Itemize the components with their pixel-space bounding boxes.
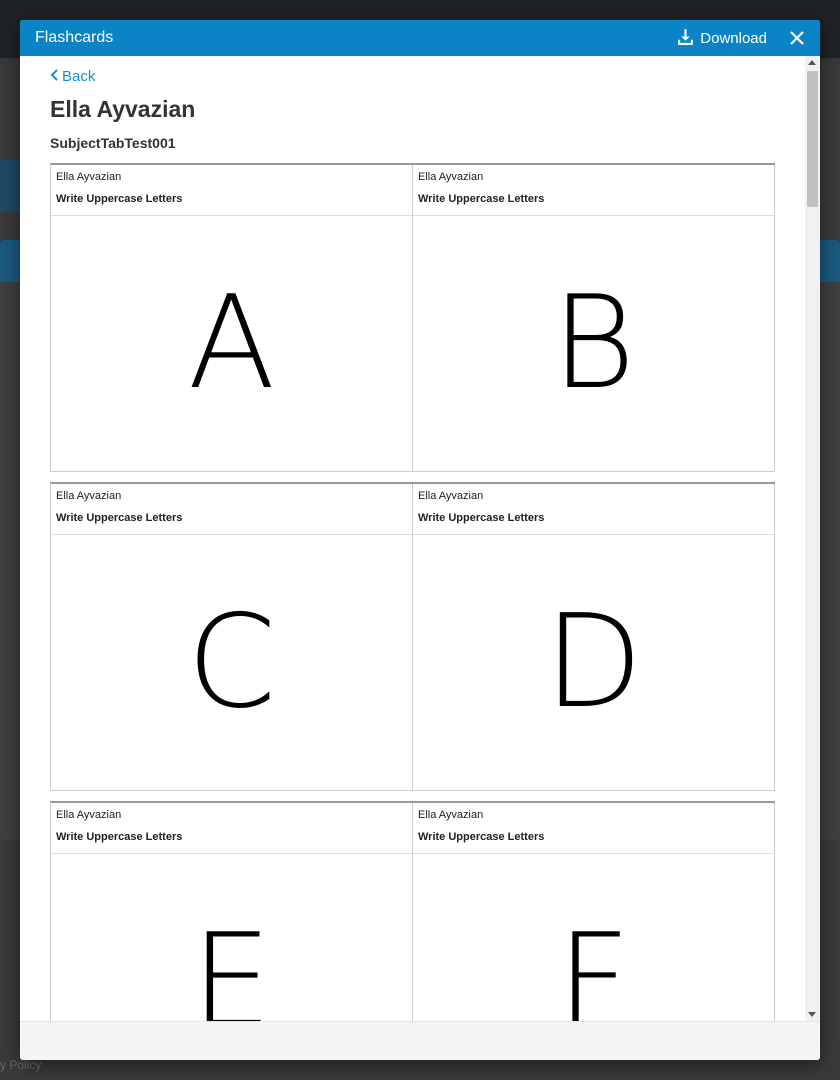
back-link[interactable]: Back [50,68,95,85]
vertical-scrollbar[interactable] [805,56,820,1021]
flashcard-header: Ella Ayvazian Write Uppercase Letters [413,803,774,854]
background-panel [0,160,22,212]
flashcard-topic: Write Uppercase Letters [56,512,183,524]
modal-title: Flashcards [35,29,114,46]
flashcard-letter: F [556,906,631,1021]
scroll-down-arrow-icon[interactable] [808,1012,816,1017]
flashcard: Ella Ayvazian Write Uppercase Letters C [51,484,413,790]
flashcard-student-name: Ella Ayvazian [418,490,484,502]
flashcard-topic: Write Uppercase Letters [418,193,545,205]
flashcards-modal: Flashcards Download Back Ella Ayvazian S… [20,20,820,1060]
flashcard-topic: Write Uppercase Letters [418,512,545,524]
subject-name: SubjectTabTest001 [50,135,176,151]
scrollbar-thumb[interactable] [807,71,818,207]
flashcard-header: Ella Ayvazian Write Uppercase Letters [413,484,774,535]
flashcard-header: Ella Ayvazian Write Uppercase Letters [413,165,774,216]
flashcard-header: Ella Ayvazian Write Uppercase Letters [51,803,412,854]
flashcard-header: Ella Ayvazian Write Uppercase Letters [51,484,412,535]
flashcard-student-name: Ella Ayvazian [56,809,122,821]
flashcard-topic: Write Uppercase Letters [418,831,545,843]
background-footer-link: y Policy [0,1058,42,1072]
flashcard-student-name: Ella Ayvazian [56,490,122,502]
flashcard-letter: C [186,587,277,737]
download-label: Download [700,29,767,47]
student-name: Ella Ayvazian [50,96,196,122]
download-button[interactable]: Download [677,28,767,49]
flashcard: Ella Ayvazian Write Uppercase Letters D [413,484,775,790]
flashcard-topic: Write Uppercase Letters [56,831,183,843]
flashcard-grid: Ella Ayvazian Write Uppercase Letters A … [50,163,775,1021]
flashcard-header: Ella Ayvazian Write Uppercase Letters [51,165,412,216]
download-icon [677,28,694,49]
flashcard-letter: A [187,268,276,418]
flashcard: Ella Ayvazian Write Uppercase Letters B [413,165,775,471]
flashcard-row: Ella Ayvazian Write Uppercase Letters A … [50,163,775,472]
flashcard-letter: B [551,268,636,418]
modal-body: Back Ella Ayvazian SubjectTabTest001 Ell… [20,56,805,1021]
flashcard-row: Ella Ayvazian Write Uppercase Letters E … [50,801,775,1021]
flashcard-topic: Write Uppercase Letters [56,193,183,205]
modal-header: Flashcards Download [20,20,820,56]
scroll-up-arrow-icon[interactable] [808,60,816,65]
flashcard: Ella Ayvazian Write Uppercase Letters F [413,803,775,1021]
back-label: Back [62,68,96,85]
flashcard-student-name: Ella Ayvazian [56,171,122,183]
close-icon[interactable] [789,30,805,46]
flashcard: Ella Ayvazian Write Uppercase Letters A [51,165,413,471]
flashcard-student-name: Ella Ayvazian [418,809,484,821]
flashcard-letter: D [544,587,643,737]
flashcard-letter: E [191,906,272,1021]
flashcard: Ella Ayvazian Write Uppercase Letters E [51,803,413,1021]
flashcard-row: Ella Ayvazian Write Uppercase Letters C … [50,482,775,791]
modal-footer [20,1021,820,1060]
chevron-left-icon [50,68,59,85]
flashcard-student-name: Ella Ayvazian [418,171,484,183]
